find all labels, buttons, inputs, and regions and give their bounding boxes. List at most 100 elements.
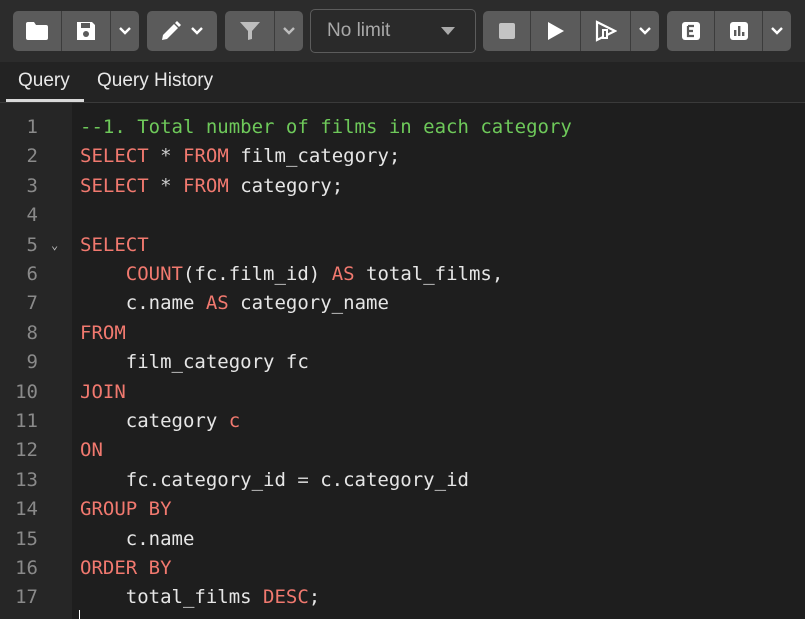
code-line[interactable]: 13 fc.category_id = c.category_id <box>0 466 805 495</box>
code-line[interactable]: 16 ORDER BY <box>0 554 805 583</box>
sql-keyword: JOIN <box>80 380 126 403</box>
chevron-down-icon <box>283 27 295 35</box>
save-icon <box>77 22 95 40</box>
code-line[interactable]: 5 ⌄ SELECT <box>0 231 805 260</box>
chevron-down-icon <box>191 27 203 35</box>
code-line[interactable]: 7 c.name AS category_name <box>0 289 805 318</box>
tab-query-history[interactable]: Query History <box>97 70 213 92</box>
code-token: fc.category_id <box>80 468 298 491</box>
line-number: 3 <box>26 174 38 197</box>
code-token: * <box>160 174 172 197</box>
execute-query-button[interactable] <box>531 11 581 51</box>
code-line[interactable]: 6 COUNT(fc.film_id) AS total_films, <box>0 260 805 289</box>
caret-down-icon <box>441 27 455 35</box>
filter-button-group <box>225 11 303 51</box>
chevron-down-icon <box>771 27 783 35</box>
chevron-down-icon <box>639 27 651 35</box>
sql-keyword: ON <box>80 439 103 462</box>
code-line[interactable]: 2 SELECT * FROM film_category; <box>0 142 805 171</box>
code-line[interactable]: 15 c.name <box>0 525 805 554</box>
execute-script-button[interactable] <box>581 11 631 51</box>
explain-icon <box>681 22 700 40</box>
code-text: FROM <box>80 319 126 348</box>
line-number: 16 <box>15 557 38 579</box>
code-token: category <box>80 410 229 432</box>
code-line[interactable]: 9 film_category fc <box>0 348 805 377</box>
line-number: 9 <box>26 351 38 374</box>
line-number: 5 <box>26 233 38 256</box>
code-token: c.name <box>80 292 206 315</box>
code-line[interactable]: 8 FROM <box>0 319 805 348</box>
sql-editor[interactable]: 1 --1. Total number of films in each cate… <box>0 103 805 619</box>
edit-menu-button[interactable] <box>147 11 217 51</box>
save-options-dropdown[interactable] <box>111 11 139 51</box>
edit-button-group <box>147 11 217 51</box>
code-token: = <box>297 468 309 491</box>
code-line[interactable]: 17 total_films DESC; <box>0 583 805 612</box>
sql-keyword: AS <box>331 263 355 285</box>
code-line[interactable]: 11 category c <box>0 407 805 436</box>
line-number: 4 <box>26 204 38 227</box>
tab-query[interactable]: Query <box>18 70 70 92</box>
line-number: 2 <box>26 145 38 168</box>
code-text: COUNT(fc.film_id) AS total_films, <box>80 260 504 289</box>
analyze-chart-icon <box>729 22 748 40</box>
code-token: film_category; <box>228 145 401 168</box>
sql-keyword: GROUP BY <box>80 498 172 521</box>
code-text: ORDER BY <box>80 554 172 583</box>
editor-tabs: Query Query History <box>0 62 805 103</box>
code-text: SELECT * FROM category; <box>80 172 343 201</box>
code-text: c.name AS category_name <box>80 289 389 318</box>
sql-keyword: ORDER BY <box>80 557 172 579</box>
sql-keyword: SELECT <box>80 233 149 256</box>
code-token: ; <box>308 586 321 609</box>
row-limit-value: No limit <box>327 20 391 41</box>
sql-keyword: AS <box>205 292 229 315</box>
row-limit-select[interactable]: No limit <box>310 9 476 53</box>
text-cursor <box>79 610 80 619</box>
line-number: 14 <box>15 498 38 521</box>
code-line[interactable]: 4 <box>0 201 805 230</box>
code-token: category_name <box>228 292 389 315</box>
query-toolbar: No limit <box>0 0 805 62</box>
code-text: film_category fc <box>80 348 309 377</box>
code-text: category c <box>80 407 240 436</box>
execute-button-group <box>483 11 659 51</box>
code-token: category; <box>228 174 344 197</box>
code-token: c.category_id <box>308 468 469 491</box>
sql-keyword: COUNT <box>125 263 183 285</box>
code-line[interactable]: 14 GROUP BY <box>0 495 805 524</box>
execute-script-icon <box>595 20 617 42</box>
code-text: c.name <box>80 525 195 554</box>
code-token: c.name <box>80 527 195 550</box>
explain-options-dropdown[interactable] <box>763 11 791 51</box>
code-line[interactable]: 3 SELECT * FROM category; <box>0 172 805 201</box>
filter-options-dropdown[interactable] <box>275 11 303 51</box>
code-text: --1. Total number of films in each categ… <box>80 113 572 142</box>
chevron-down-icon <box>119 27 131 35</box>
code-text: SELECT <box>80 231 149 260</box>
code-line[interactable]: 1 --1. Total number of films in each cate… <box>0 113 805 142</box>
code-line[interactable]: 12 ON <box>0 436 805 465</box>
code-text: GROUP BY <box>80 495 172 524</box>
open-file-button[interactable] <box>13 11 62 51</box>
code-text: ON <box>80 436 103 465</box>
active-tab-indicator <box>6 99 84 102</box>
code-line[interactable]: 10 JOIN <box>0 378 805 407</box>
code-text: fc.category_id = c.category_id <box>80 466 469 495</box>
explain-analyze-button[interactable] <box>715 11 763 51</box>
filter-button[interactable] <box>225 11 275 51</box>
execute-options-dropdown[interactable] <box>631 11 659 51</box>
fold-chevron-icon[interactable]: ⌄ <box>51 231 58 260</box>
code-text: SELECT * FROM film_category; <box>80 142 400 171</box>
save-button[interactable] <box>62 11 111 51</box>
explain-button[interactable] <box>667 11 715 51</box>
stop-button[interactable] <box>483 11 531 51</box>
filter-icon <box>239 22 260 40</box>
sql-keyword: DESC <box>263 586 309 609</box>
sql-keyword: FROM <box>183 174 229 197</box>
explain-button-group <box>667 11 791 51</box>
